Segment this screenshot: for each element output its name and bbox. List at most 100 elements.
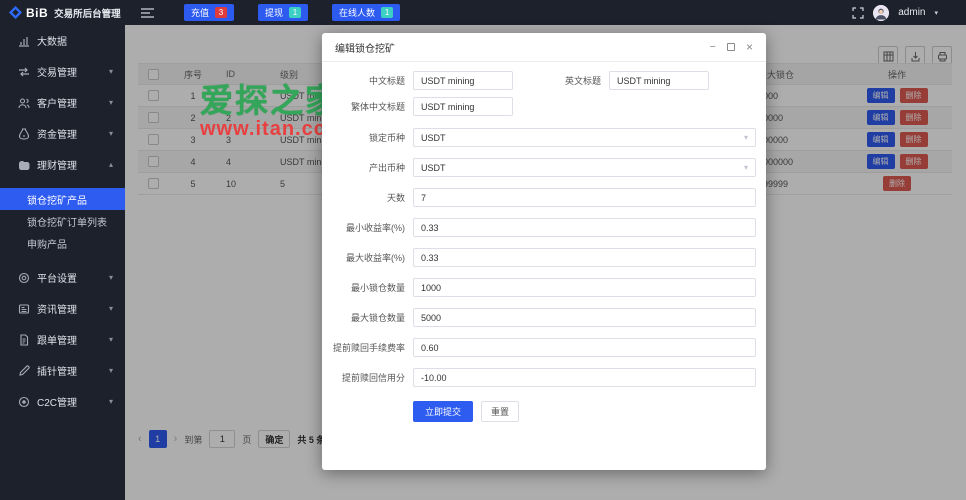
- submit-button[interactable]: 立即提交: [413, 401, 473, 422]
- sidebar-item-label: 跟单管理: [37, 332, 77, 347]
- field-label-days: 天数: [332, 191, 405, 204]
- users-icon: [18, 97, 30, 109]
- field-label-credit: 提前赎回信用分: [332, 371, 405, 384]
- chevron-down-icon: ▾: [109, 304, 113, 313]
- output-coin-select[interactable]: USDT ▾: [413, 158, 756, 177]
- sidebar-item-copytrade[interactable]: 跟单管理 ▾: [0, 324, 125, 355]
- title-en-input[interactable]: [609, 71, 709, 90]
- field-label-title-en: 英文标题: [513, 74, 601, 87]
- select-arrow-icon: ▾: [744, 133, 748, 142]
- username[interactable]: admin: [898, 7, 925, 18]
- chevron-down-icon: ▾: [109, 335, 113, 344]
- lock-coin-value: USDT: [421, 133, 446, 143]
- sidebar-item-label: 交易管理: [37, 64, 77, 79]
- sidebar-item-platform[interactable]: 平台设置 ▾: [0, 262, 125, 293]
- min-lock-input[interactable]: [413, 278, 756, 297]
- credit-input[interactable]: [413, 368, 756, 387]
- chevron-down-icon: ▾: [109, 67, 113, 76]
- sidebar: BiB 交易所后台管理 大数据 交易管理 ▾ 客户管理 ▾: [0, 0, 125, 500]
- sidebar-item-label: 理财管理: [37, 157, 77, 172]
- close-icon[interactable]: ×: [746, 41, 753, 53]
- fee-rate-input[interactable]: [413, 338, 756, 357]
- brand-logo-icon: [9, 6, 22, 19]
- title-cn-input[interactable]: [413, 71, 513, 90]
- sidebar-subitem-mining-products[interactable]: 锁仓挖矿产品: [0, 188, 125, 210]
- sidebar-item-news[interactable]: 资讯管理 ▾: [0, 293, 125, 324]
- withdraw-label: 提现: [265, 6, 283, 19]
- field-label-max-lock: 最大锁仓数量: [332, 311, 405, 324]
- online-users-badge: 1: [381, 7, 393, 18]
- output-coin-value: USDT: [421, 163, 446, 173]
- recharge-badge: 3: [215, 7, 227, 18]
- withdraw-badge: 1: [289, 7, 301, 18]
- topbar-right: admin ▾: [852, 5, 938, 21]
- field-label-min-rate: 最小收益率(%): [332, 221, 405, 234]
- chevron-down-icon: ▾: [109, 129, 113, 138]
- online-users-label: 在线人数: [339, 6, 375, 19]
- sidebar-subitem-subscription[interactable]: 申购产品: [0, 232, 125, 254]
- sidebar-item-bigdata[interactable]: 大数据: [0, 25, 125, 56]
- modal-title: 编辑锁仓挖矿: [335, 40, 395, 55]
- sidebar-item-label: 插针管理: [37, 363, 77, 378]
- sidebar-item-trade[interactable]: 交易管理 ▾: [0, 56, 125, 87]
- chevron-down-icon: ▾: [109, 366, 113, 375]
- field-label-lock-coin: 锁定币种: [332, 131, 405, 144]
- app-title: 交易所后台管理: [54, 6, 121, 20]
- sidebar-subitem-label: 申购产品: [27, 236, 67, 251]
- exchange-icon: [18, 66, 30, 78]
- sidebar-item-pin[interactable]: 插针管理 ▾: [0, 355, 125, 386]
- target-icon: [18, 272, 30, 284]
- sidebar-subitem-mining-orders[interactable]: 锁仓挖矿订单列表: [0, 210, 125, 232]
- recharge-label: 充值: [191, 6, 209, 19]
- brand-logo-text: BiB: [26, 6, 48, 20]
- money-bag-icon: [18, 128, 30, 140]
- sidebar-item-customers[interactable]: 客户管理 ▾: [0, 87, 125, 118]
- fullscreen-icon[interactable]: [852, 7, 864, 19]
- maximize-icon[interactable]: [727, 43, 735, 51]
- min-rate-input[interactable]: [413, 218, 756, 237]
- news-icon: [18, 303, 30, 315]
- title-tc-input[interactable]: [413, 97, 513, 116]
- withdraw-button[interactable]: 提现 1: [258, 4, 308, 21]
- pencil-icon: [18, 365, 30, 377]
- reset-button[interactable]: 重置: [481, 401, 519, 422]
- sidebar-subitem-label: 锁仓挖矿产品: [27, 192, 87, 207]
- wallet-icon: [18, 159, 30, 171]
- finance-submenu: 锁仓挖矿产品 锁仓挖矿订单列表 申购产品: [0, 188, 125, 254]
- days-input[interactable]: [413, 188, 756, 207]
- topbar: 充值 3 提现 1 在线人数 1 admin ▾: [125, 0, 966, 25]
- user-menu-caret-icon[interactable]: ▾: [934, 9, 938, 17]
- sidebar-item-label: 资讯管理: [37, 301, 77, 316]
- select-arrow-icon: ▾: [744, 163, 748, 172]
- sidebar-item-finance[interactable]: 理财管理 ▴: [0, 149, 125, 180]
- document-icon: [18, 334, 30, 346]
- max-lock-input[interactable]: [413, 308, 756, 327]
- brand: BiB 交易所后台管理: [0, 0, 125, 25]
- sidebar-item-label: 平台设置: [37, 270, 77, 285]
- field-label-min-lock: 最小锁仓数量: [332, 281, 405, 294]
- chevron-down-icon: ▾: [109, 98, 113, 107]
- sidebar-item-funds[interactable]: 资金管理 ▾: [0, 118, 125, 149]
- sidebar-item-label: C2C管理: [37, 394, 77, 409]
- max-rate-input[interactable]: [413, 248, 756, 267]
- recharge-button[interactable]: 充值 3: [184, 4, 234, 21]
- field-label-title-cn: 中文标题: [332, 74, 405, 87]
- sidebar-item-label: 资金管理: [37, 126, 77, 141]
- chevron-down-icon: ▾: [109, 397, 113, 406]
- collapse-sidebar-icon[interactable]: [141, 8, 154, 18]
- sidebar-item-c2c[interactable]: C2C管理 ▾: [0, 386, 125, 417]
- field-label-output-coin: 产出币种: [332, 161, 405, 174]
- edit-mining-modal: 编辑锁仓挖矿 − × 中文标题 英文标题 繁体中文标题 锁定币种 US: [322, 33, 766, 470]
- app-window: BiB 交易所后台管理 大数据 交易管理 ▾ 客户管理 ▾: [0, 0, 966, 500]
- minimize-icon[interactable]: −: [710, 42, 716, 53]
- field-label-title-tc: 繁体中文标题: [332, 100, 405, 113]
- avatar[interactable]: [873, 5, 889, 21]
- chart-icon: [18, 35, 30, 47]
- chevron-down-icon: ▾: [109, 273, 113, 282]
- lock-coin-select[interactable]: USDT ▾: [413, 128, 756, 147]
- online-users-button[interactable]: 在线人数 1: [332, 4, 400, 21]
- sidebar-item-label: 大数据: [37, 33, 67, 48]
- field-label-max-rate: 最大收益率(%): [332, 251, 405, 264]
- sidebar-item-label: 客户管理: [37, 95, 77, 110]
- field-label-fee-rate: 提前赎回手续费率: [332, 341, 405, 354]
